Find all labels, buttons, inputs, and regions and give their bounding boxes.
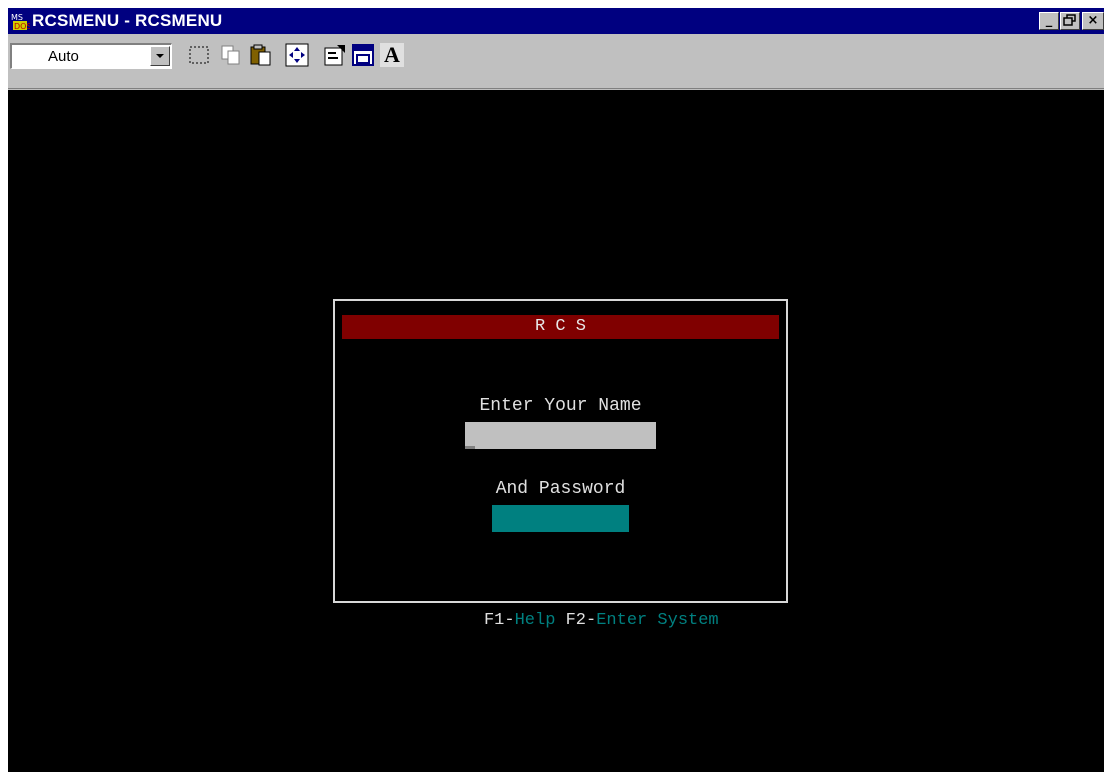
chevron-down-icon bbox=[156, 54, 164, 58]
mark-button[interactable] bbox=[185, 41, 213, 69]
dos-window: MS DOS RCSMENU - RCSMENU _ × Auto A R C … bbox=[8, 8, 1104, 772]
fullscreen-button[interactable] bbox=[283, 41, 311, 69]
f1-key: F1- bbox=[483, 611, 515, 630]
f1-help-label[interactable]: Help bbox=[514, 611, 556, 630]
restore-button[interactable] bbox=[1060, 12, 1080, 30]
font-button-label: A bbox=[384, 42, 400, 67]
copy-button[interactable] bbox=[217, 41, 245, 69]
toolbar: Auto A bbox=[8, 36, 1104, 89]
dialog-footer: F1-Help F2-Enter System bbox=[335, 591, 786, 651]
name-input[interactable] bbox=[465, 422, 656, 449]
text-cursor bbox=[465, 446, 475, 449]
mark-icon bbox=[189, 46, 209, 64]
close-icon: × bbox=[1087, 13, 1099, 28]
background-button[interactable] bbox=[349, 41, 377, 69]
name-prompt: Enter Your Name bbox=[479, 396, 642, 416]
properties-icon bbox=[324, 45, 345, 66]
dropdown-button[interactable] bbox=[150, 46, 170, 66]
svg-text:MS: MS bbox=[11, 13, 23, 22]
fullscreen-icon bbox=[285, 43, 309, 67]
properties-button[interactable] bbox=[321, 41, 349, 69]
font-button[interactable]: A bbox=[378, 41, 406, 69]
background-icon bbox=[352, 44, 374, 66]
paste-button[interactable] bbox=[247, 41, 275, 69]
font-size-select[interactable]: Auto bbox=[10, 43, 172, 69]
paste-icon bbox=[250, 44, 271, 66]
login-dialog: R C S Enter Your Name And Password F1-He… bbox=[333, 299, 788, 630]
close-button[interactable]: × bbox=[1082, 12, 1104, 30]
minimize-icon: _ bbox=[1045, 13, 1053, 28]
restore-icon bbox=[1063, 14, 1076, 26]
copy-icon bbox=[221, 45, 240, 65]
password-input[interactable] bbox=[492, 505, 629, 532]
password-prompt: And Password bbox=[495, 479, 626, 499]
dialog-title: R C S bbox=[342, 315, 779, 339]
f2-enter-system-label[interactable]: Enter System bbox=[596, 611, 719, 630]
font-size-value: Auto bbox=[48, 48, 79, 65]
svg-text:DOS: DOS bbox=[14, 22, 30, 31]
title-bar[interactable]: MS DOS RCSMENU - RCSMENU _ × bbox=[8, 8, 1104, 34]
f2-key: F2- bbox=[565, 611, 597, 630]
window-title: RCSMENU - RCSMENU bbox=[32, 11, 223, 30]
console-screen[interactable]: R C S Enter Your Name And Password F1-He… bbox=[8, 90, 1104, 772]
msdos-app-icon[interactable]: MS DOS bbox=[10, 11, 30, 31]
minimize-button[interactable]: _ bbox=[1039, 12, 1059, 30]
